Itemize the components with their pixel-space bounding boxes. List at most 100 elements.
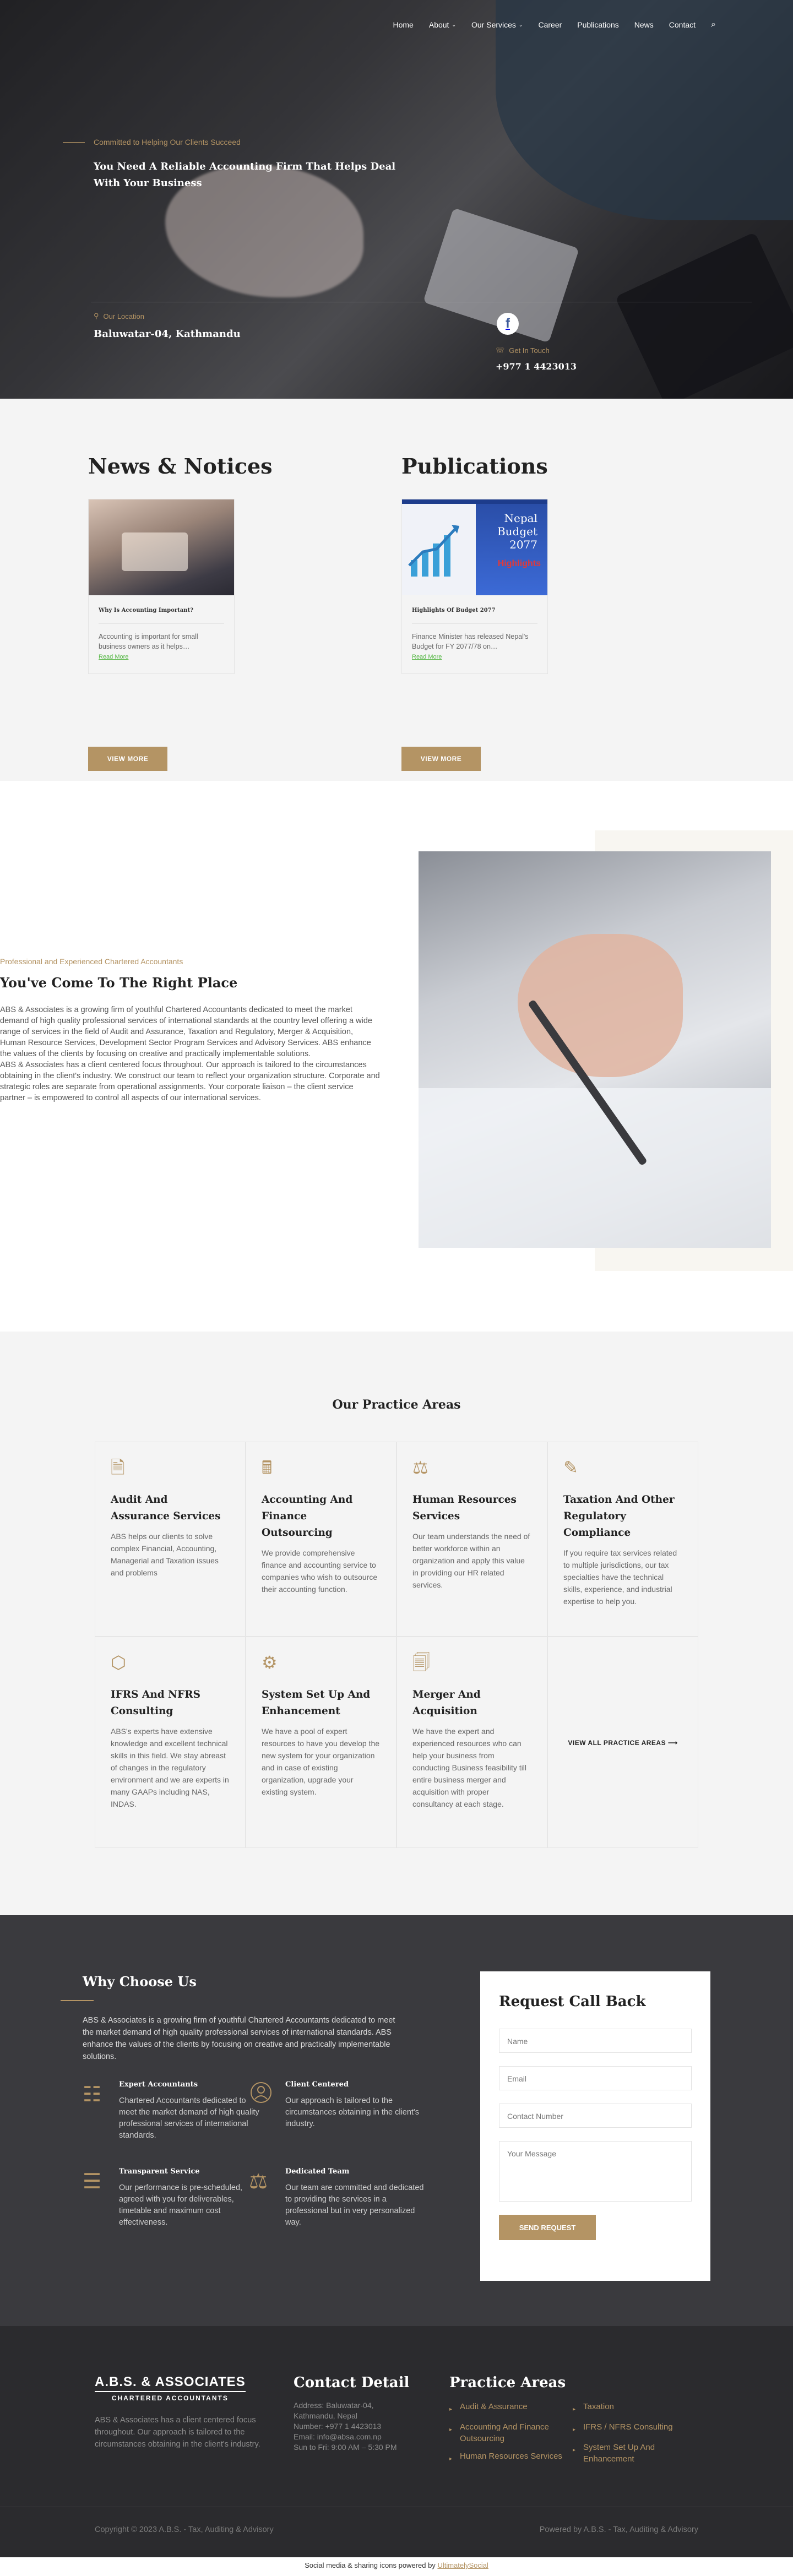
publications-view-more-button[interactable]: VIEW MORE bbox=[401, 747, 481, 771]
feature-text: Our team are committed and dedicated to … bbox=[285, 2183, 424, 2227]
hero-tagline: Committed to Helping Our Clients Succeed bbox=[63, 138, 241, 146]
practice-links-col2: ▸ Taxation ▸ IFRS / NFRS Consulting ▸ Syste… bbox=[573, 2401, 683, 2471]
ifrs-icon: ⬡ bbox=[111, 1653, 126, 1672]
feature-item: ☰ Transparent Service Our performance is… bbox=[83, 2167, 262, 2229]
chevron-down-icon: ⌄ bbox=[452, 21, 456, 28]
nav-contact-label: Contact bbox=[669, 20, 696, 29]
practice-link[interactable]: ▸ System Set Up And Enhancement bbox=[573, 2442, 683, 2465]
practice-card-title: System Set Up And Enhancement bbox=[262, 1689, 371, 1717]
practice-link[interactable]: ▸ Human Resources Services bbox=[449, 2450, 565, 2465]
form-heading: Request Call Back bbox=[499, 1993, 646, 2010]
message-field[interactable]: Your Message bbox=[499, 2141, 692, 2202]
phone-icon: ☏ bbox=[496, 346, 505, 354]
system-icon: ⚙ bbox=[262, 1653, 278, 1672]
contact-details: Address: Baluwatar-04, Kathmandu, Nepal … bbox=[294, 2400, 426, 2453]
practice-card-text: We provide comprehensive finance and acc… bbox=[262, 1548, 378, 1594]
practice-card-title: Accounting And Finance Outsourcing bbox=[262, 1494, 353, 1539]
accounting-icon: 🖩 bbox=[262, 1458, 273, 1477]
send-request-button[interactable]: SEND REQUEST bbox=[499, 2215, 596, 2240]
facebook-icon[interactable]: f bbox=[497, 313, 519, 335]
about-text: ABS & Associates is a growing firm of yo… bbox=[0, 1004, 380, 1104]
news-read-more[interactable]: Read More bbox=[99, 654, 224, 660]
nav-contact[interactable]: Contact bbox=[669, 20, 696, 29]
bullet-icon: ▸ bbox=[449, 2456, 453, 2462]
image-top-bar bbox=[402, 499, 547, 504]
nav-about-label: About bbox=[428, 20, 449, 29]
practice-link[interactable]: ▸ Accounting And Finance Outsourcing bbox=[449, 2421, 565, 2444]
nav-about[interactable]: About ⌄ bbox=[429, 20, 456, 29]
practice-links-col1: ▸ Audit & Assurance ▸ Accounting And Finan… bbox=[449, 2401, 565, 2471]
practice-link[interactable]: ▸ Audit & Assurance bbox=[449, 2401, 565, 2415]
publication-card[interactable]: Nepal Budget 2077 Highlights Highlights … bbox=[401, 499, 548, 674]
practice-card[interactable]: ⬡ IFRS And NFRS Consulting ABS's experts… bbox=[95, 1637, 246, 1848]
logo-line2: CHARTERED ACCOUNTANTS bbox=[95, 2391, 246, 2402]
news-card-title[interactable]: Why Is Accounting Important? bbox=[99, 607, 224, 613]
email-field[interactable]: Email bbox=[499, 2066, 692, 2090]
copyright: Copyright © 2023 A.B.S. - Tax, Auditing … bbox=[95, 2525, 274, 2534]
bullet-icon: ▸ bbox=[449, 2427, 453, 2433]
view-all-practice-cell: VIEW ALL PRACTICE AREAS ⟶ bbox=[547, 1637, 698, 1848]
practice-card-text: We have a pool of expert resources to ha… bbox=[262, 1727, 380, 1796]
about-image-paper bbox=[419, 1088, 771, 1248]
practice-card-text: We have the expert and experienced resou… bbox=[412, 1727, 526, 1808]
nav-services[interactable]: Our Services ⌄ bbox=[471, 20, 523, 29]
nav-news[interactable]: News bbox=[634, 20, 654, 29]
news-card[interactable]: Why Is Accounting Important? Accounting … bbox=[88, 499, 235, 674]
practice-card[interactable]: 🗎 Audit And Assurance Services ABS helps… bbox=[95, 1442, 246, 1637]
practice-link[interactable]: ▸ Taxation bbox=[573, 2401, 683, 2415]
client-icon bbox=[249, 2080, 278, 2109]
contact-heading: Contact Detail bbox=[294, 2374, 410, 2391]
publication-card-title[interactable]: Highlights Of Budget 2077 bbox=[412, 607, 537, 613]
hero-location: ⚲ Our Location Baluwatar-04, Kathmandu bbox=[94, 312, 241, 340]
practice-link-label: Taxation bbox=[583, 2402, 614, 2411]
practice-grid: 🗎 Audit And Assurance Services ABS helps… bbox=[95, 1442, 698, 1848]
name-field[interactable]: Name bbox=[499, 2029, 692, 2053]
team-icon: ⚖ bbox=[249, 2170, 268, 2193]
feature-title: Expert Accountants bbox=[119, 2080, 198, 2089]
phone-number[interactable]: Number: +977 1 4423013 bbox=[294, 2421, 426, 2432]
image-text-line2: Budget bbox=[497, 525, 537, 538]
news-card-text: Accounting is important for small busine… bbox=[99, 623, 224, 651]
practice-link[interactable]: ▸ IFRS / NFRS Consulting bbox=[573, 2421, 683, 2436]
news-view-more-button[interactable]: VIEW MORE bbox=[88, 747, 167, 771]
callback-form: Request Call Back Name Email Contact Num… bbox=[480, 1971, 710, 2281]
hero-contact: ☏ Get In Touch +977 1 4423013 bbox=[496, 346, 577, 372]
footer-logo[interactable]: A.B.S. & ASSOCIATES CHARTERED ACCOUNTANT… bbox=[95, 2374, 246, 2402]
practice-card[interactable]: ⚙ System Set Up And Enhancement We have … bbox=[246, 1637, 397, 1848]
nav-news-label: News bbox=[634, 20, 654, 29]
practice-card[interactable]: ⚖ Human Resources Services Our team unde… bbox=[397, 1442, 547, 1637]
practice-card[interactable]: 🖩 Accounting And Finance Outsourcing We … bbox=[246, 1442, 397, 1637]
publications-heading: Publications bbox=[401, 454, 548, 479]
practice-card-text: ABS helps our clients to solve complex F… bbox=[111, 1532, 219, 1577]
practice-card-title: Human Resources Services bbox=[412, 1494, 517, 1522]
practice-card[interactable]: ✎ Taxation And Other Regulatory Complian… bbox=[547, 1442, 698, 1637]
hr-icon: ⚖ bbox=[412, 1458, 428, 1477]
practice-heading: Our Practice Areas bbox=[332, 1398, 461, 1412]
image-text-line1: Nepal bbox=[504, 512, 537, 525]
practice-section: Our Practice Areas 🗎 Audit And Assurance… bbox=[0, 1332, 793, 1915]
publication-read-more[interactable]: Read More bbox=[412, 654, 537, 660]
about-image bbox=[419, 851, 771, 1248]
audit-icon: 🗎 bbox=[111, 1458, 125, 1477]
publication-card-image: Nepal Budget 2077 Highlights bbox=[402, 499, 547, 595]
about-section: Professional and Experienced Chartered A… bbox=[0, 781, 793, 1332]
why-intro: ABS & Associates is a growing firm of yo… bbox=[83, 2016, 395, 2061]
email-address[interactable]: Email: info@absa.com.np bbox=[294, 2432, 426, 2442]
feature-title: Client Centered bbox=[285, 2080, 349, 2089]
footer-about-text: ABS & Associates has a client centered f… bbox=[95, 2416, 260, 2449]
touch-value[interactable]: +977 1 4423013 bbox=[496, 361, 577, 372]
nav-home[interactable]: Home bbox=[393, 20, 414, 29]
practice-card-title: Taxation And Other Regulatory Compliance bbox=[563, 1494, 675, 1539]
social-credit-bar: Social media & sharing icons powered by … bbox=[0, 2557, 793, 2576]
nav-publications[interactable]: Publications bbox=[577, 20, 619, 29]
search-icon[interactable]: ⌕ bbox=[711, 20, 716, 30]
practice-card[interactable]: 🗐 Merger And Acquisition We have the exp… bbox=[397, 1637, 547, 1848]
nav-career-label: Career bbox=[538, 20, 562, 29]
practice-link-label: Accounting And Finance Outsourcing bbox=[460, 2422, 549, 2443]
why-heading: Why Choose Us bbox=[83, 1974, 197, 1990]
address-line2: Kathmandu, Nepal bbox=[294, 2411, 357, 2420]
office-hours: Sun to Fri: 9:00 AM – 5:30 PM bbox=[294, 2443, 397, 2452]
view-all-practice-link[interactable]: VIEW ALL PRACTICE AREAS ⟶ bbox=[568, 1739, 677, 1747]
contact-number-field[interactable]: Contact Number bbox=[499, 2104, 692, 2128]
nav-career[interactable]: Career bbox=[538, 20, 562, 29]
